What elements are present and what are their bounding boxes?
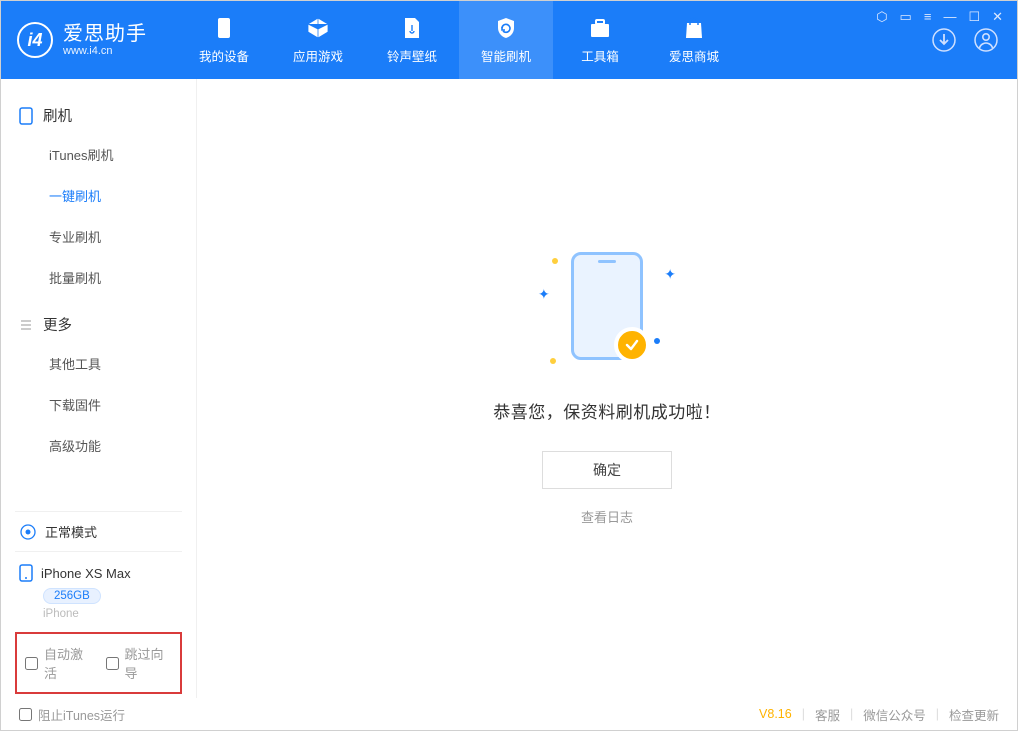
tab-label: 我的设备 bbox=[199, 46, 249, 65]
check-circle-icon bbox=[614, 327, 650, 363]
logo-area: i4 爱思助手 www.i4.cn bbox=[17, 22, 147, 58]
device-info[interactable]: iPhone XS Max 256GB iPhone bbox=[15, 551, 182, 620]
device-name: iPhone XS Max bbox=[41, 566, 131, 581]
phone-small-icon bbox=[19, 564, 33, 582]
logo-icon: i4 bbox=[17, 22, 53, 58]
device-capacity: 256GB bbox=[43, 588, 101, 604]
main-tabs: 我的设备 应用游戏 铃声壁纸 智能刷机 工具箱 爱思商城 bbox=[177, 1, 741, 79]
sidebar-item-batch-flash[interactable]: 批量刷机 bbox=[1, 257, 196, 298]
dot-icon bbox=[552, 258, 558, 264]
dot-icon bbox=[550, 358, 556, 364]
app-name: 爱思助手 bbox=[63, 23, 147, 45]
sidebar-item-one-click-flash[interactable]: 一键刷机 bbox=[1, 175, 196, 216]
menu-icon[interactable]: ≡ bbox=[924, 9, 932, 25]
sidebar-item-pro-flash[interactable]: 专业刷机 bbox=[1, 216, 196, 257]
user-icon[interactable] bbox=[973, 27, 999, 53]
sidebar-section-more: 更多 bbox=[1, 306, 196, 343]
checkbox-skip-wizard[interactable]: 跳过向导 bbox=[106, 644, 173, 682]
sparkle-icon: ✦ bbox=[664, 266, 676, 283]
sparkle-icon: ✦ bbox=[538, 286, 550, 303]
checkbox-auto-activate[interactable]: 自动激活 bbox=[25, 644, 92, 682]
sidebar: 刷机 iTunes刷机 一键刷机 专业刷机 批量刷机 更多 其他工具 下载固件 … bbox=[1, 79, 197, 698]
window-controls: ⬡ ▭ ≡ — ☐ ✕ bbox=[876, 9, 1003, 25]
maximize-button[interactable]: ☐ bbox=[968, 9, 980, 25]
dot-icon bbox=[654, 338, 660, 344]
success-message: 恭喜您，保资料刷机成功啦！ bbox=[493, 398, 721, 423]
device-mode-row[interactable]: 正常模式 bbox=[15, 511, 182, 551]
music-file-icon bbox=[400, 16, 424, 40]
ok-button[interactable]: 确定 bbox=[542, 451, 672, 489]
sidebar-section-flash: 刷机 bbox=[1, 97, 196, 134]
highlighted-checkbox-group: 自动激活 跳过向导 bbox=[15, 632, 182, 694]
tab-my-device[interactable]: 我的设备 bbox=[177, 1, 271, 79]
checkbox-skip-wizard-input[interactable] bbox=[106, 657, 119, 670]
tab-label: 工具箱 bbox=[581, 46, 619, 65]
download-icon[interactable] bbox=[931, 27, 957, 53]
footer-link-wechat[interactable]: 微信公众号 bbox=[863, 705, 926, 724]
main-content: ✦ ✦ 恭喜您，保资料刷机成功啦！ 确定 查看日志 bbox=[197, 79, 1017, 698]
status-bar: 阻止iTunes运行 V8.16 | 客服 | 微信公众号 | 检查更新 bbox=[1, 698, 1017, 730]
shield-refresh-icon bbox=[494, 16, 518, 40]
phone-illustration bbox=[571, 252, 643, 360]
footer-link-update[interactable]: 检查更新 bbox=[949, 705, 999, 724]
phone-icon bbox=[19, 107, 33, 125]
tab-label: 应用游戏 bbox=[293, 46, 343, 65]
close-button[interactable]: ✕ bbox=[992, 9, 1003, 25]
tab-label: 智能刷机 bbox=[481, 46, 531, 65]
sidebar-item-advanced[interactable]: 高级功能 bbox=[1, 425, 196, 466]
minimize-button[interactable]: — bbox=[943, 9, 956, 25]
app-header: i4 爱思助手 www.i4.cn 我的设备 应用游戏 铃声壁纸 智能刷机 工具… bbox=[1, 1, 1017, 79]
device-icon bbox=[212, 16, 236, 40]
tab-smart-flash[interactable]: 智能刷机 bbox=[459, 1, 553, 79]
tab-ringtone-wallpaper[interactable]: 铃声壁纸 bbox=[365, 1, 459, 79]
tab-label: 铃声壁纸 bbox=[387, 46, 437, 65]
cube-icon bbox=[306, 16, 330, 40]
block-itunes-label: 阻止iTunes运行 bbox=[38, 705, 125, 724]
sidebar-item-download-firmware[interactable]: 下载固件 bbox=[1, 384, 196, 425]
footer-link-service[interactable]: 客服 bbox=[815, 705, 840, 724]
success-illustration: ✦ ✦ bbox=[532, 252, 682, 372]
sidebar-item-itunes-flash[interactable]: iTunes刷机 bbox=[1, 134, 196, 175]
toolbox-icon bbox=[588, 16, 612, 40]
checkbox-auto-activate-input[interactable] bbox=[25, 657, 38, 670]
view-log-link[interactable]: 查看日志 bbox=[581, 507, 633, 526]
checkbox-block-itunes[interactable] bbox=[19, 708, 32, 721]
refresh-circle-icon bbox=[19, 523, 37, 541]
sidebar-item-other-tools[interactable]: 其他工具 bbox=[1, 343, 196, 384]
version-label: V8.16 bbox=[759, 707, 792, 721]
tab-label: 爱思商城 bbox=[669, 46, 719, 65]
list-icon[interactable]: ▭ bbox=[900, 9, 912, 25]
device-type: iPhone bbox=[43, 608, 182, 620]
bag-icon bbox=[682, 16, 706, 40]
header-right bbox=[931, 27, 1017, 53]
shirt-icon[interactable]: ⬡ bbox=[876, 9, 887, 25]
tab-app-games[interactable]: 应用游戏 bbox=[271, 1, 365, 79]
tab-store[interactable]: 爱思商城 bbox=[647, 1, 741, 79]
app-url: www.i4.cn bbox=[63, 45, 147, 57]
tab-toolbox[interactable]: 工具箱 bbox=[553, 1, 647, 79]
list-icon bbox=[19, 318, 33, 332]
